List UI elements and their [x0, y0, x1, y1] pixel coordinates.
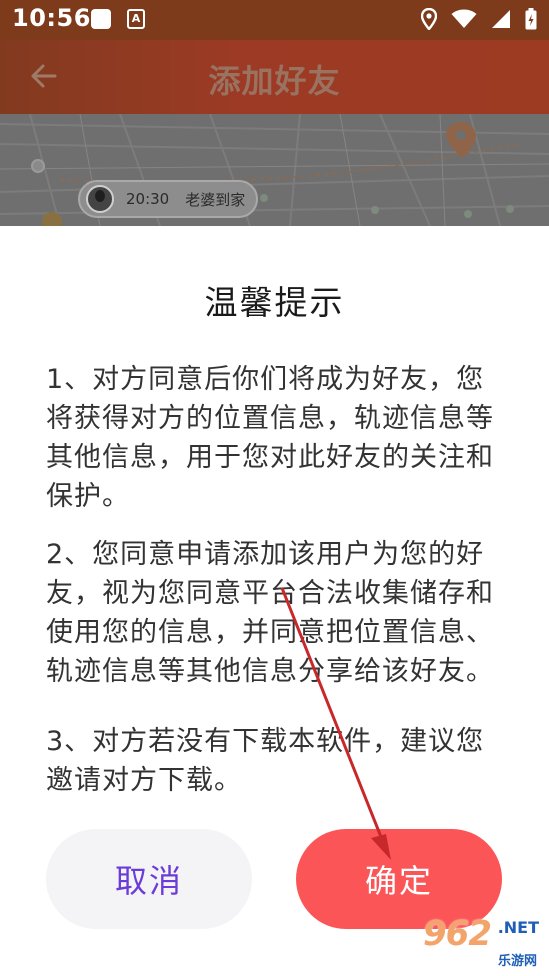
dialog-paragraph-2: 2、您同意申请添加该用户为您的好友，视为您同意平台合法收集储存和使用您的信息，并… — [46, 539, 494, 687]
chip-label: 老婆到家 — [185, 190, 246, 209]
watermark-sub: 乐游网 — [497, 954, 537, 969]
watermark-net: .NET — [497, 918, 539, 937]
dialog-paragraph-3: 3、对方若没有下载本软件，建议您邀请对方下载。 — [46, 726, 485, 796]
friend-location-chip: 20:30 老婆到家 — [78, 180, 258, 218]
app-bar: 添加好友 — [0, 40, 549, 114]
avatar — [86, 185, 114, 213]
location-icon — [421, 8, 437, 30]
dialog-title: 温馨提示 — [204, 283, 345, 322]
dialog-paragraph-1: 1、对方同意后你们将成为好友，您将获得对方的位置信息，轨迹信息等其他信息，用于您… — [46, 364, 494, 512]
a-notification-icon: A — [127, 9, 145, 29]
square-notification-icon — [91, 9, 111, 29]
status-time: 10:56 — [12, 4, 91, 32]
watermark-logo: 962 .NET 乐游网 — [393, 910, 543, 970]
chip-time: 20:30 — [126, 190, 170, 208]
battery-icon — [525, 8, 537, 30]
status-bar: 10:56 A — [0, 0, 549, 40]
signal-icon — [492, 10, 510, 28]
watermark-main: 962 — [423, 914, 492, 954]
tip-dialog: 温馨提示 1、对方同意后你们将成为好友，您将获得对方的位置信息，轨迹信息等其他信… — [0, 226, 549, 976]
wifi-icon — [451, 9, 477, 28]
page-title: 添加好友 — [208, 62, 341, 100]
status-icons — [421, 8, 537, 30]
cancel-button[interactable]: 取消 — [46, 829, 252, 929]
map-preview: 20:30 老婆到家 — [0, 114, 549, 226]
